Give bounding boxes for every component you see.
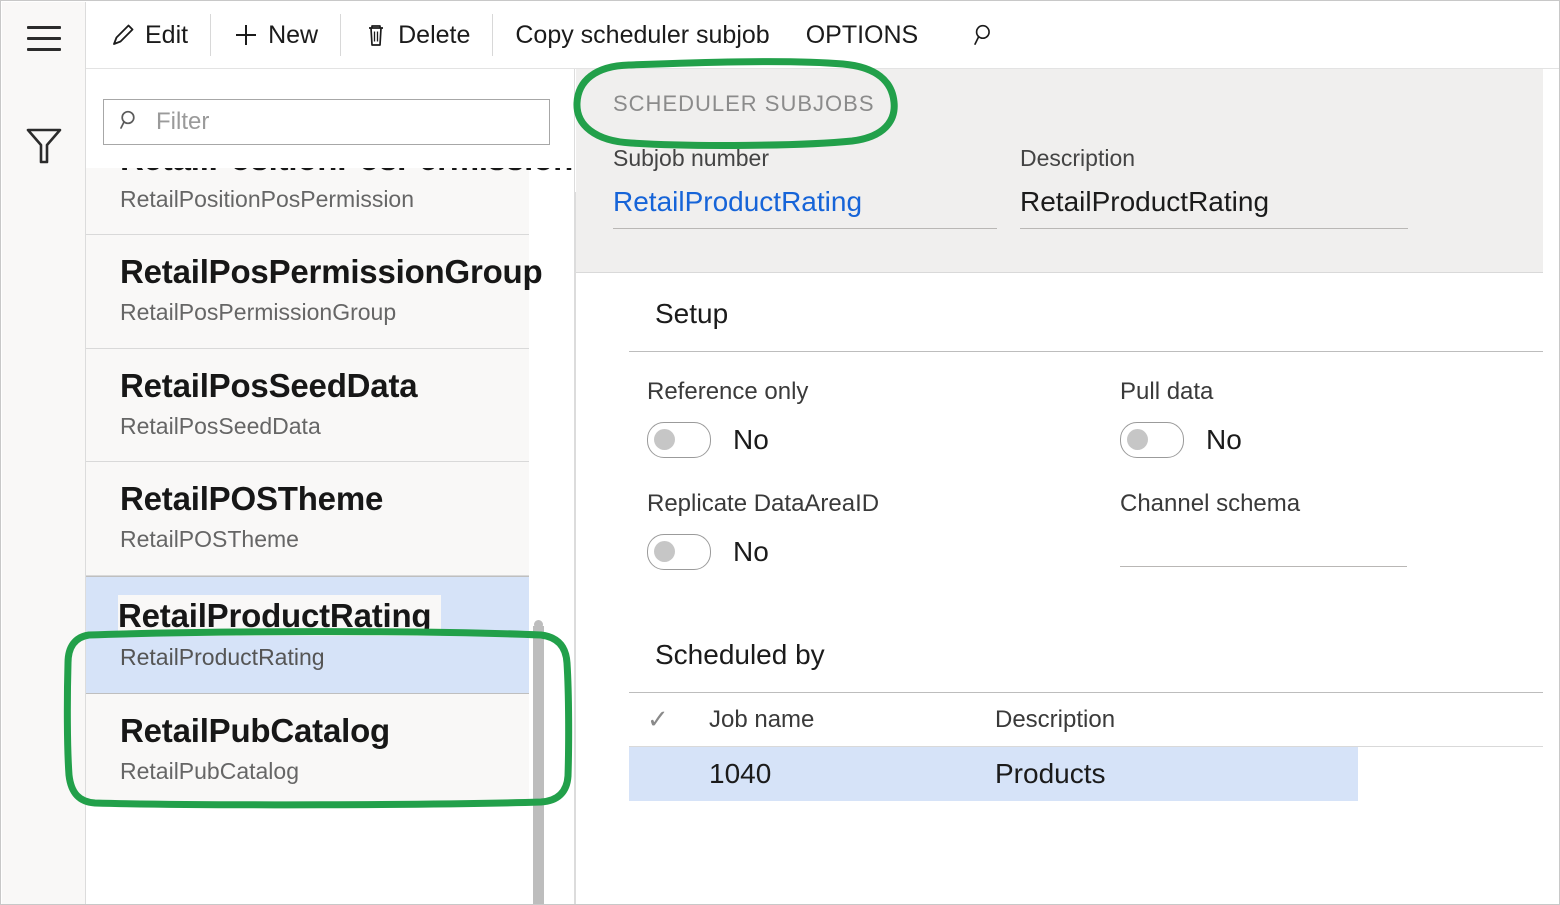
pull-data-value: No (1206, 424, 1242, 456)
filter-field[interactable] (103, 99, 550, 145)
list-item-subtitle: RetailProductRating (120, 644, 529, 670)
list-pane: RetailPositionPosPermission RetailPositi… (86, 69, 575, 905)
delete-button-label: Delete (398, 21, 470, 50)
select-all-checkmark-icon[interactable]: ✓ (647, 704, 709, 735)
pencil-icon (110, 22, 136, 48)
column-header-description[interactable]: Description (995, 706, 1115, 734)
description-label: Description (1020, 145, 1408, 172)
list-item[interactable]: RetailPOSTheme RetailPOSTheme (86, 462, 529, 575)
cell-job-name: 1040 (709, 758, 995, 790)
list-item[interactable]: RetailPubCatalog RetailPubCatalog (86, 694, 529, 806)
table-row[interactable]: 1040 Products (629, 747, 1358, 801)
setup-card-header: Setup (629, 276, 1543, 352)
setup-card-body: Reference only No Pull data No Replicate… (629, 352, 1543, 609)
scheduled-by-card-header: Scheduled by (629, 617, 1543, 693)
new-button[interactable]: New (215, 14, 336, 56)
toolbar-separator (210, 14, 211, 56)
scheduled-by-card: Scheduled by ✓ Job name Description 1040… (629, 617, 1543, 905)
pull-data-toggle[interactable] (1120, 422, 1184, 458)
copy-scheduler-subjob-button[interactable]: Copy scheduler subjob (497, 14, 787, 56)
toolbar-separator (492, 14, 493, 56)
filter-funnel-icon (24, 125, 64, 172)
scheduled-by-card-title: Scheduled by (655, 639, 825, 671)
toolbar-separator (340, 14, 341, 56)
search-icon (972, 22, 998, 48)
list-item[interactable]: RetailPosPermissionGroup RetailPosPermis… (86, 235, 529, 348)
replicate-dataareaid-toggle[interactable] (647, 534, 711, 570)
channel-schema-input[interactable] (1120, 566, 1407, 567)
list-item-subtitle: RetailPosPermissionGroup (120, 299, 529, 325)
list-item-subtitle: RetailPOSTheme (120, 526, 529, 552)
replicate-dataareaid-label: Replicate DataAreaID (647, 490, 879, 518)
setup-card: Setup Reference only No Pull data No (629, 276, 1543, 609)
list-item[interactable]: RetailPositionPosPermission RetailPositi… (86, 168, 529, 235)
list-item-subtitle: RetailPosSeedData (120, 413, 529, 439)
list-item-title: RetailPubCatalog (120, 712, 529, 750)
reference-only-group: Reference only No (647, 378, 808, 458)
list-item-selected[interactable]: RetailProductRating RetailProductRating (86, 576, 529, 694)
pull-data-group: Pull data No (1120, 378, 1242, 458)
pull-data-label: Pull data (1120, 378, 1242, 406)
tab-scheduler-subjobs[interactable]: SCHEDULER SUBJOBS (613, 91, 875, 117)
list-item-title: RetailProductRating (118, 595, 441, 637)
hamburger-menu-button[interactable] (2, 2, 86, 74)
description-value[interactable]: RetailProductRating (1020, 186, 1408, 229)
scheduled-by-table: ✓ Job name Description 1040 Products (629, 693, 1543, 905)
options-button[interactable]: OPTIONS (788, 14, 937, 56)
description-field: Description RetailProductRating (1020, 145, 1408, 229)
subjob-number-label: Subjob number (613, 145, 997, 172)
filter-pane-button[interactable] (2, 112, 86, 184)
channel-schema-label: Channel schema (1120, 490, 1407, 518)
plus-icon (233, 22, 259, 48)
column-header-job-name[interactable]: Job name (709, 706, 995, 734)
new-button-label: New (268, 21, 318, 50)
reference-only-value: No (733, 424, 769, 456)
list-item-title: RetailPOSTheme (120, 480, 529, 518)
search-icon (118, 108, 142, 137)
edit-button[interactable]: Edit (92, 14, 206, 56)
detail-header: SCHEDULER SUBJOBS Subjob number RetailPr… (576, 69, 1543, 273)
list-item[interactable]: RetailPosSeedData RetailPosSeedData (86, 349, 529, 462)
left-icon-rail (2, 2, 86, 905)
edit-button-label: Edit (145, 21, 188, 50)
detail-pane: SCHEDULER SUBJOBS Subjob number RetailPr… (576, 69, 1560, 905)
reference-only-label: Reference only (647, 378, 808, 406)
list-scroll-region: RetailPositionPosPermission RetailPositi… (86, 168, 575, 905)
table-header-row: ✓ Job name Description (629, 693, 1543, 747)
replicate-dataareaid-value: No (733, 536, 769, 568)
copy-scheduler-subjob-label: Copy scheduler subjob (515, 21, 769, 50)
list-item-subtitle: RetailPositionPosPermission (120, 186, 529, 212)
toolbar-search-button[interactable] (958, 14, 1012, 56)
list-item-title: RetailPosPermissionGroup (120, 253, 529, 291)
options-button-label: OPTIONS (806, 21, 919, 50)
filter-input[interactable] (154, 107, 535, 137)
list-item-subtitle: RetailPubCatalog (120, 758, 529, 784)
cell-description: Products (995, 758, 1106, 790)
channel-schema-group: Channel schema (1120, 490, 1407, 567)
reference-only-toggle[interactable] (647, 422, 711, 458)
list-scrollbar-thumb[interactable] (533, 626, 544, 905)
delete-button[interactable]: Delete (345, 14, 488, 56)
app-window: Edit New Delete Copy scheduler subjob (0, 0, 1560, 905)
subjob-number-field: Subjob number RetailProductRating (613, 145, 997, 229)
trash-icon (363, 22, 389, 48)
hamburger-menu-icon (27, 22, 61, 55)
command-toolbar: Edit New Delete Copy scheduler subjob (86, 2, 1560, 69)
replicate-dataareaid-group: Replicate DataAreaID No (647, 490, 879, 570)
list-item-title: RetailPosSeedData (120, 367, 529, 405)
list-item-title: RetailPositionPosPermission (120, 168, 529, 178)
setup-card-title: Setup (655, 298, 728, 330)
subjob-number-value[interactable]: RetailProductRating (613, 186, 997, 229)
